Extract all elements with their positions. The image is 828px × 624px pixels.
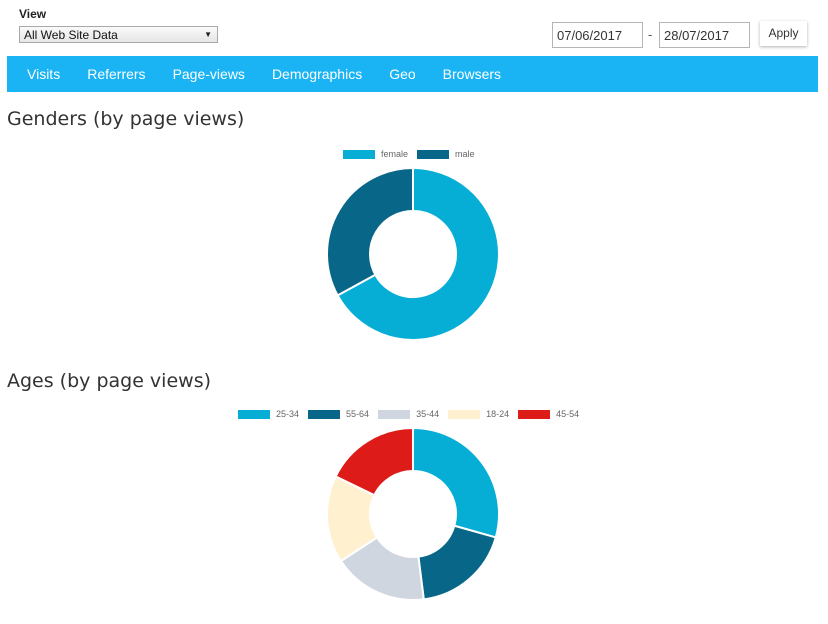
slice-male[interactable] xyxy=(326,166,414,297)
legend-item-25-34[interactable]: 25-34 xyxy=(238,409,299,419)
genders-doughnut-chart xyxy=(326,166,500,341)
date-from-input[interactable] xyxy=(552,22,643,48)
nav-item-visits[interactable]: Visits xyxy=(27,66,60,82)
nav-item-referrers[interactable]: Referrers xyxy=(87,66,145,82)
dropdown-arrow-icon: ▼ xyxy=(204,30,212,39)
slice-55-64[interactable] xyxy=(417,524,497,601)
date-separator: - xyxy=(648,27,653,42)
legend-label: 25-34 xyxy=(276,409,300,419)
nav-item-page-views[interactable]: Page-views xyxy=(173,66,245,82)
date-to-input[interactable] xyxy=(659,22,750,48)
legend-swatch xyxy=(238,409,270,419)
main-nav: Visits Referrers Page-views Demographics… xyxy=(7,56,818,92)
slice-25-34[interactable] xyxy=(412,426,500,539)
legend-item-45-54[interactable]: 45-54 xyxy=(518,409,579,419)
ages-chart-title: Ages (by page views) xyxy=(7,370,211,392)
nav-item-browsers[interactable]: Browsers xyxy=(443,66,501,82)
genders-chart-title: Genders (by page views) xyxy=(7,108,245,130)
ages-doughnut-chart xyxy=(326,426,500,601)
legend-label: 45-54 xyxy=(556,409,580,419)
nav-item-geo[interactable]: Geo xyxy=(389,66,415,82)
legend-swatch xyxy=(518,409,551,419)
nav-item-demographics[interactable]: Demographics xyxy=(272,66,362,82)
view-label: View xyxy=(19,7,47,21)
view-select-value: All Web Site Data xyxy=(24,28,118,42)
apply-button[interactable]: Apply xyxy=(760,21,807,46)
view-select[interactable]: All Web Site Data ▼ xyxy=(19,26,218,43)
